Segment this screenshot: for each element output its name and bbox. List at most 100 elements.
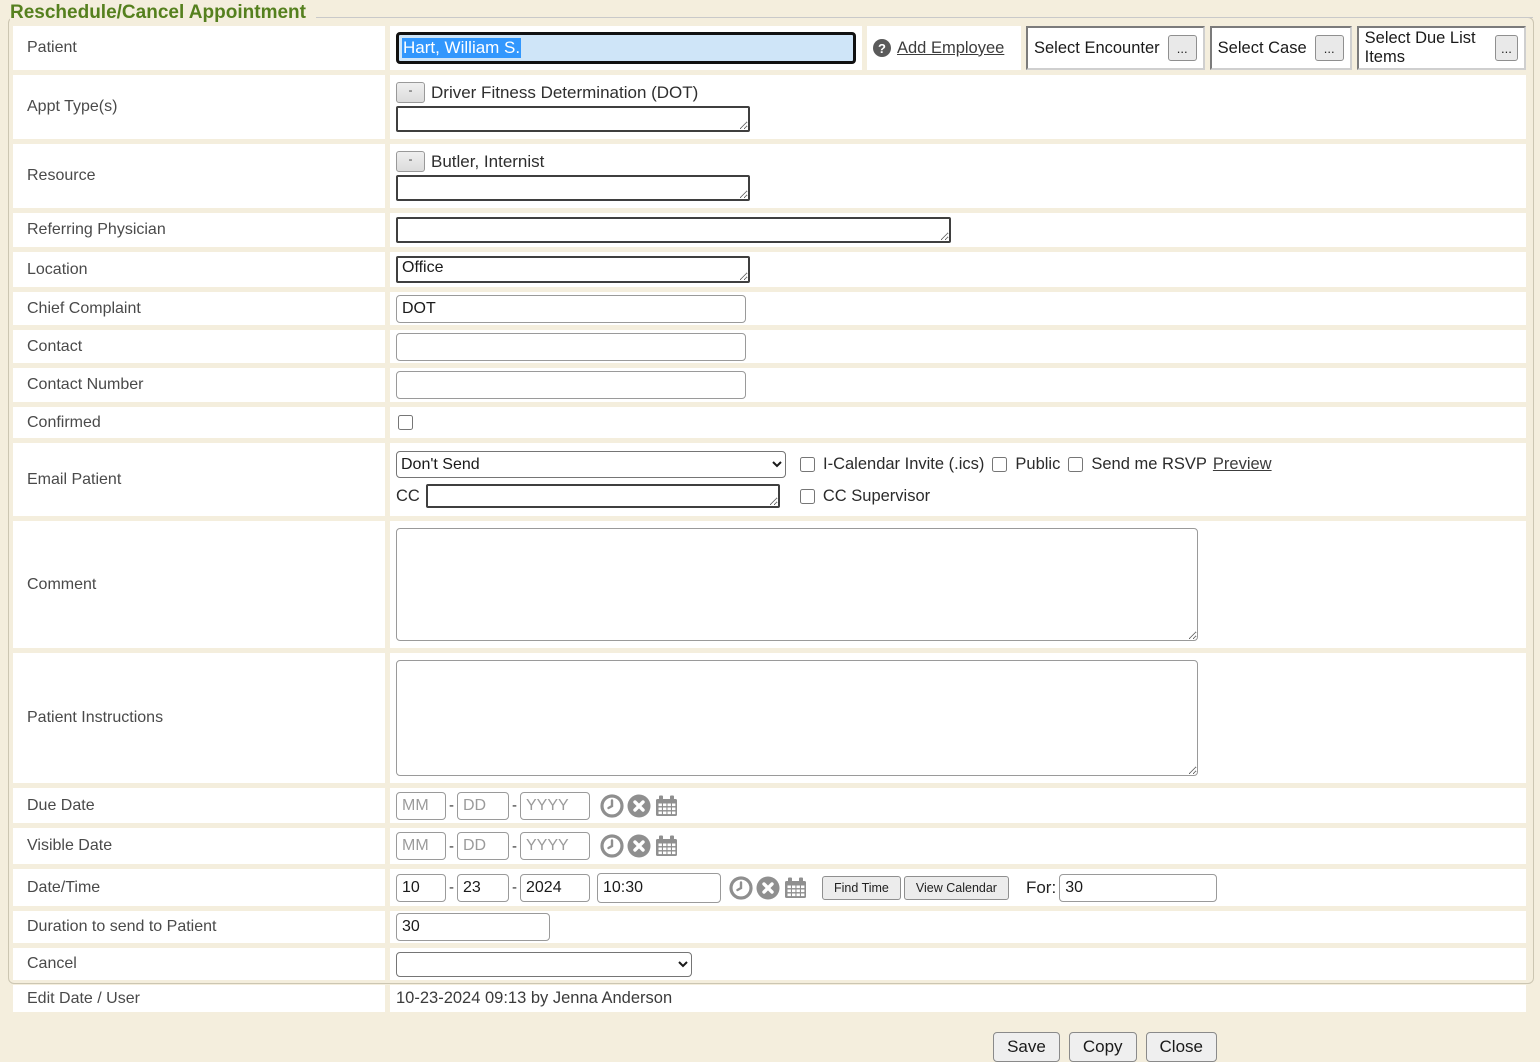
contact-number-input[interactable]	[396, 371, 746, 399]
page-title: Reschedule/Cancel Appointment	[10, 2, 316, 24]
chief-complaint-label: Chief Complaint	[13, 292, 385, 325]
copy-button[interactable]: Copy	[1069, 1032, 1137, 1062]
location-input[interactable]: Office	[396, 256, 750, 283]
select-encounter-more-button[interactable]: ...	[1168, 35, 1197, 61]
email-send-select[interactable]: Don't Send	[396, 451, 786, 478]
legend-line	[308, 17, 1533, 18]
referring-physician-input[interactable]	[396, 217, 951, 243]
ical-invite-label: I-Calendar Invite (.ics)	[823, 455, 984, 474]
appt-type-remove-button[interactable]: -	[396, 82, 425, 103]
cc-input[interactable]	[426, 484, 780, 508]
patient-input[interactable]: Hart, William S.	[396, 32, 856, 64]
date-mm-input[interactable]	[396, 874, 446, 902]
cancel-cell	[390, 948, 1526, 980]
email-patient-label: Email Patient	[13, 443, 385, 516]
duration-cell	[390, 911, 1526, 943]
cc-label: CC	[396, 487, 420, 506]
select-due-list-more-button[interactable]: ...	[1495, 35, 1518, 61]
appt-type-selected: Driver Fitness Determination (DOT)	[431, 83, 698, 103]
comment-label: Comment	[13, 521, 385, 648]
for-label: For:	[1026, 878, 1056, 898]
ical-invite-checkbox[interactable]	[800, 457, 815, 472]
resource-cell: - Butler, Internist	[390, 144, 1526, 208]
patient-instructions-label: Patient Instructions	[13, 653, 385, 783]
rsvp-checkbox[interactable]	[1068, 457, 1083, 472]
confirmed-cell	[390, 407, 1526, 438]
preview-link[interactable]: Preview	[1213, 455, 1272, 474]
cc-supervisor-checkbox[interactable]	[800, 489, 815, 504]
calendar-icon[interactable]	[654, 794, 679, 818]
contact-input[interactable]	[396, 333, 746, 361]
select-encounter-label: Select Encounter	[1034, 39, 1160, 58]
location-row: Location Office	[13, 252, 1526, 287]
cancel-row: Cancel	[13, 948, 1526, 980]
chief-complaint-input[interactable]	[396, 295, 746, 323]
date-separator: -	[449, 879, 454, 896]
date-separator: -	[512, 879, 517, 896]
visible-date-yyyy-input[interactable]	[520, 832, 590, 860]
visible-date-cell: - -	[390, 828, 1526, 864]
appt-types-row: Appt Type(s) - Driver Fitness Determinat…	[13, 75, 1526, 139]
x-circle-icon[interactable]	[627, 834, 651, 858]
duration-input[interactable]	[396, 913, 550, 941]
resource-selected: Butler, Internist	[431, 152, 544, 172]
view-calendar-button[interactable]: View Calendar	[904, 876, 1009, 900]
confirmed-checkbox[interactable]	[398, 415, 413, 430]
x-circle-icon[interactable]	[756, 876, 780, 900]
due-date-row: Due Date - -	[13, 788, 1526, 823]
due-date-cell: - -	[390, 788, 1526, 823]
due-date-dd-input[interactable]	[457, 792, 509, 820]
contact-cell	[390, 330, 1526, 363]
due-date-yyyy-input[interactable]	[520, 792, 590, 820]
save-button[interactable]: Save	[993, 1032, 1060, 1062]
for-duration-input[interactable]	[1059, 874, 1217, 902]
duration-label: Duration to send to Patient	[13, 911, 385, 943]
add-employee-cell: ? Add Employee	[867, 26, 1021, 70]
patient-input-cell: Hart, William S.	[390, 26, 862, 70]
edit-date-value: 10-23-2024 09:13 by Jenna Anderson	[396, 989, 672, 1008]
date-separator: -	[512, 797, 517, 814]
form-actions: Save Copy Close	[0, 1032, 1540, 1062]
date-dd-input[interactable]	[457, 874, 509, 902]
due-date-mm-input[interactable]	[396, 792, 446, 820]
edit-date-label: Edit Date / User	[13, 985, 385, 1012]
time-input[interactable]	[597, 873, 721, 903]
calendar-icon[interactable]	[783, 876, 808, 900]
clock-icon[interactable]	[600, 794, 624, 818]
patient-instructions-input[interactable]	[396, 660, 1198, 776]
select-case-more-button[interactable]: ...	[1315, 35, 1344, 61]
comment-input[interactable]	[396, 528, 1198, 641]
clock-icon[interactable]	[729, 876, 753, 900]
help-icon[interactable]: ?	[873, 39, 891, 57]
visible-date-row: Visible Date - -	[13, 828, 1526, 864]
resource-remove-button[interactable]: -	[396, 151, 425, 172]
public-label: Public	[1015, 455, 1060, 474]
close-button[interactable]: Close	[1146, 1032, 1217, 1062]
date-separator: -	[512, 838, 517, 855]
clock-icon[interactable]	[600, 834, 624, 858]
date-separator: -	[449, 838, 454, 855]
duration-row: Duration to send to Patient	[13, 911, 1526, 943]
comment-cell	[390, 521, 1526, 648]
x-circle-icon[interactable]	[627, 794, 651, 818]
appt-types-label: Appt Type(s)	[13, 75, 385, 139]
chief-complaint-cell	[390, 292, 1526, 325]
public-checkbox[interactable]	[992, 457, 1007, 472]
edit-date-cell: 10-23-2024 09:13 by Jenna Anderson	[390, 985, 1526, 1012]
date-time-cell: - - Find Time View Calendar For:	[390, 869, 1526, 906]
find-time-button[interactable]: Find Time	[822, 876, 901, 900]
contact-number-row: Contact Number	[13, 368, 1526, 402]
visible-date-dd-input[interactable]	[457, 832, 509, 860]
appt-type-input[interactable]	[396, 106, 750, 132]
visible-date-mm-input[interactable]	[396, 832, 446, 860]
add-employee-link[interactable]: Add Employee	[897, 39, 1004, 58]
contact-row: Contact	[13, 330, 1526, 363]
date-separator: -	[449, 797, 454, 814]
select-due-list-label: Select Due List Items	[1365, 29, 1487, 67]
date-yyyy-input[interactable]	[520, 874, 590, 902]
appt-types-cell: - Driver Fitness Determination (DOT)	[390, 75, 1526, 139]
resource-input[interactable]	[396, 175, 750, 201]
cancel-select[interactable]	[396, 952, 692, 977]
calendar-icon[interactable]	[654, 834, 679, 858]
visible-date-label: Visible Date	[13, 828, 385, 864]
